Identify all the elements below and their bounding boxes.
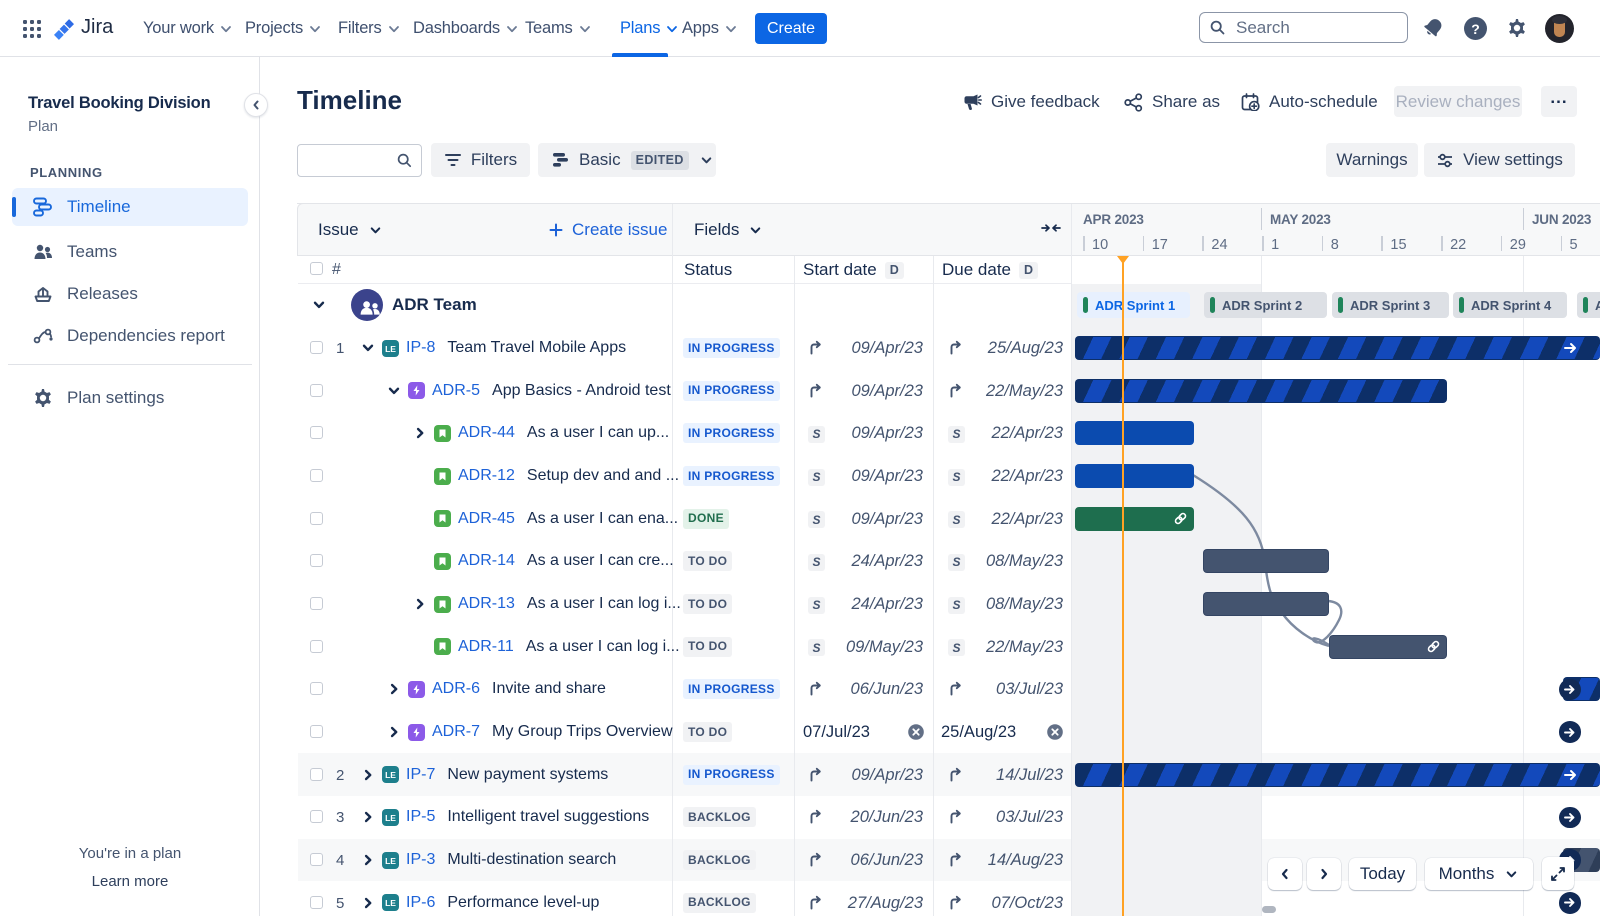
svg-text:LE: LE: [385, 856, 396, 866]
svg-text:LE: LE: [385, 898, 396, 908]
svg-text:LE: LE: [385, 813, 396, 823]
svg-text:LE: LE: [385, 344, 396, 354]
svg-text:LE: LE: [385, 770, 396, 780]
